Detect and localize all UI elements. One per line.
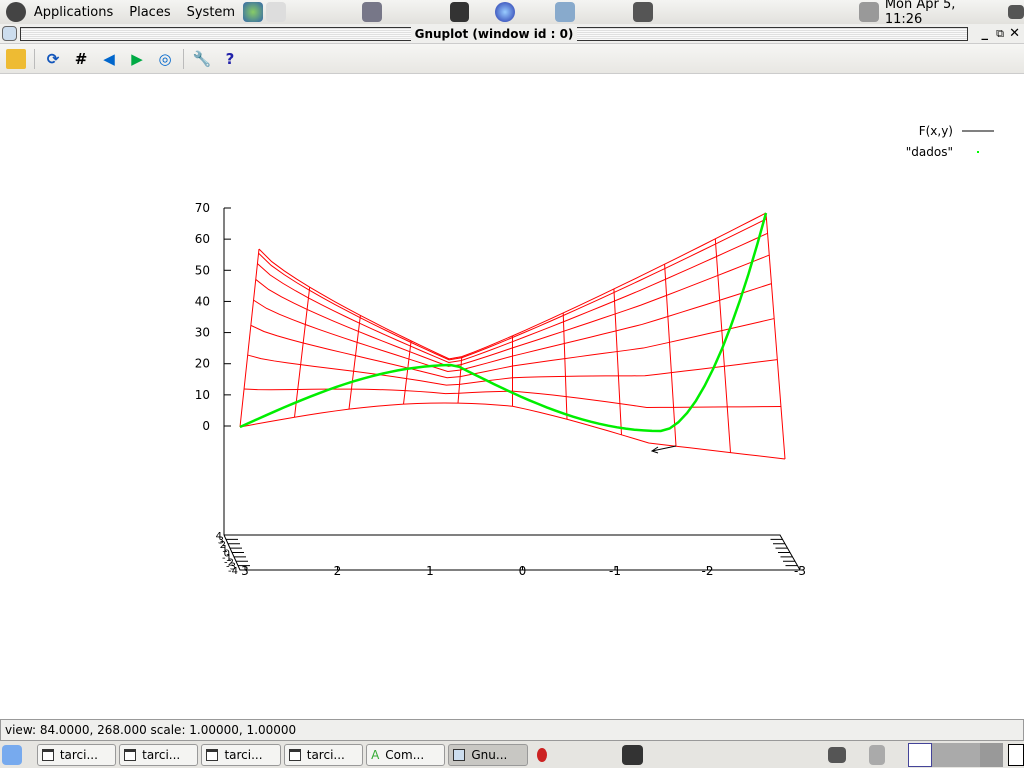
x-tick-label: 1	[426, 564, 434, 578]
data-curve-dados	[239, 212, 768, 433]
x-tick-label: 3	[241, 564, 249, 578]
gimp-icon[interactable]	[361, 2, 382, 22]
display-icon[interactable]	[633, 2, 653, 22]
options-wrench-icon[interactable]: 🔧	[192, 49, 212, 69]
mesh-line-x	[664, 264, 677, 447]
show-desktop-icon[interactable]	[2, 744, 22, 765]
copy-clipboard-icon[interactable]	[6, 48, 26, 69]
menu-places[interactable]: Places	[129, 5, 170, 20]
x-tick-label: 0	[519, 564, 527, 578]
cabinet-icon[interactable]	[869, 744, 886, 765]
x-tick-label: -2	[702, 564, 714, 578]
autoscale-icon[interactable]: ◎	[155, 49, 175, 69]
mesh-line-x	[239, 248, 260, 428]
gnuplot-toolbar: ⟳ # ◀ ▶ ◎ 🔧 ?	[0, 44, 1024, 74]
legend-mark-dados	[977, 151, 979, 153]
y-tick-label: -4	[228, 566, 238, 577]
task-button-terminal-1[interactable]: tarci...	[36, 743, 117, 766]
status-text: view: 84.0000, 268.000 scale: 1.00000, 1…	[5, 723, 297, 737]
close-button[interactable]: ✕	[1009, 26, 1020, 41]
z-tick-label: 60	[195, 232, 210, 246]
status-bar: view: 84.0000, 268.000 scale: 1.00000, 1…	[0, 719, 1024, 741]
package-icon[interactable]	[555, 2, 576, 22]
x-tick-label: -1	[609, 564, 621, 578]
replot-icon[interactable]: ⟳	[43, 49, 63, 69]
camera-icon[interactable]	[828, 746, 847, 763]
task-button-terminal-4[interactable]: tarci...	[283, 743, 364, 766]
maximize-button[interactable]: ⧉	[996, 27, 1004, 41]
minimize-button[interactable]: _	[982, 26, 989, 41]
task-button-terminal-3[interactable]: tarci...	[201, 743, 281, 766]
terminal-icon[interactable]	[449, 2, 470, 22]
mesh-line-x	[765, 212, 786, 460]
z-tick-label: 0	[202, 419, 210, 433]
workspace-3[interactable]	[956, 742, 981, 767]
legend-entry-dados: "dados"	[906, 145, 953, 159]
legend: F(x,y) "dados"	[906, 124, 994, 159]
z-tick-label: 40	[195, 294, 210, 308]
help-icon[interactable]: ?	[220, 49, 240, 69]
workspace-2[interactable]	[932, 742, 957, 767]
base-frame	[223, 534, 801, 571]
x-tick-label: -3	[794, 564, 806, 578]
workspace-1[interactable]	[908, 742, 933, 767]
z-tick-label: 30	[195, 326, 210, 340]
workspace-switcher[interactable]	[908, 742, 1004, 767]
window-title: Gnuplot (window id : 0)	[410, 27, 578, 41]
task-button-gnuplot[interactable]: Gnu...	[448, 743, 528, 766]
x-tick-label: 2	[334, 564, 342, 578]
arrow	[650, 445, 677, 454]
gnome-foot-icon[interactable]	[6, 2, 26, 22]
web-browser-icon[interactable]	[243, 2, 263, 22]
window-titlebar[interactable]: Gnuplot (window id : 0) _ ⧉ ✕	[0, 24, 1024, 44]
zoom-prev-icon[interactable]: ◀	[99, 49, 119, 69]
top-panel: Applications Places System Mon Apr 5, 11…	[0, 0, 1024, 27]
mesh-line-x	[562, 312, 568, 420]
task-button-com[interactable]: A Com...	[366, 743, 446, 766]
system-monitor-icon[interactable]	[859, 2, 879, 22]
joystick-icon[interactable]	[536, 747, 547, 762]
clock[interactable]: Mon Apr 5, 11:26	[885, 0, 996, 27]
separator	[183, 48, 184, 69]
tux-icon[interactable]	[621, 744, 644, 765]
z-tick-label: 50	[195, 263, 210, 277]
menu-applications[interactable]: Applications	[34, 5, 113, 20]
screenshot-icon[interactable]	[1008, 5, 1024, 19]
surface-mesh-fxy	[239, 212, 786, 460]
plot-area[interactable]: F(x,y) "dados" 7060504030201003 2 1 0 -1 -2 -3…	[0, 75, 1024, 718]
bottom-panel: tarci... tarci... tarci... tarci... A Com…	[0, 741, 1024, 768]
mesh-line-x	[613, 288, 622, 435]
zoom-next-icon[interactable]: ▶	[127, 49, 147, 69]
z-tick-label: 10	[195, 388, 210, 402]
legend-entry-fxy: F(x,y)	[919, 124, 953, 138]
network-icon[interactable]	[495, 2, 516, 22]
task-button-terminal-2[interactable]: tarci...	[119, 743, 199, 766]
mail-icon[interactable]	[265, 2, 286, 22]
z-tick-label: 70	[195, 201, 210, 215]
grid-icon[interactable]: #	[71, 49, 91, 69]
mesh-line-x	[457, 356, 463, 404]
panel-handle[interactable]	[1008, 743, 1024, 766]
menu-system[interactable]: System	[187, 5, 235, 20]
gnuplot-window-icon[interactable]	[2, 26, 17, 41]
separator	[34, 48, 35, 69]
mesh-line-y	[239, 402, 786, 460]
z-tick-label: 20	[195, 357, 210, 371]
